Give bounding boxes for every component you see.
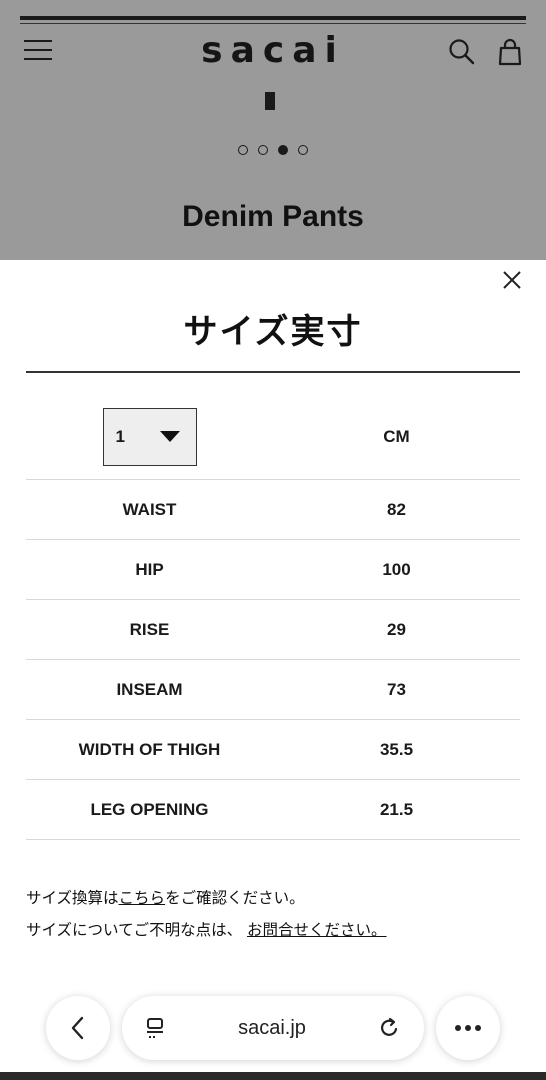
search-icon[interactable] [448, 38, 476, 66]
product-title: Denim Pants [182, 200, 364, 233]
bag-icon[interactable] [496, 38, 524, 66]
measurement-label: LEG OPENING [90, 799, 209, 819]
size-conversion-link[interactable]: こちら [119, 889, 166, 907]
product-image [265, 92, 275, 110]
table-row: WAIST 82 [26, 480, 520, 540]
measurement-value: 21.5 [379, 799, 414, 819]
measurement-label: WAIST [122, 499, 177, 519]
size-select-value: 1 [115, 426, 125, 446]
modal-title: サイズ実寸 [183, 312, 363, 352]
back-arrow-icon [71, 1016, 84, 1040]
note-line-2: サイズについてご不明な点は、 お問合せください。 [26, 921, 387, 939]
measurement-label: WIDTH OF THIGH [78, 739, 221, 759]
tabs-icon[interactable] [144, 1016, 166, 1040]
top-rule [20, 16, 526, 20]
background-page: sacai Denim Pants [0, 0, 546, 262]
table-row: HIP 100 [26, 540, 520, 600]
measurement-label: RISE [129, 619, 170, 639]
table-row: RISE 29 [26, 600, 520, 660]
browser-toolbar: sacai.jp [0, 990, 546, 1070]
measurement-value: 35.5 [379, 739, 414, 759]
url-text: sacai.jp [238, 1016, 306, 1039]
contact-link[interactable]: お問合せください。 [247, 921, 387, 939]
size-table: 1 CM WAIST 82 HIP 100 RISE 29 INSEAM 73 WIDTH OF… [26, 394, 520, 840]
measurement-value: 29 [387, 619, 406, 639]
table-row: WIDTH OF THIGH 35.5 [26, 720, 520, 780]
note-line-1: サイズ換算はこちらをご確認ください。 [26, 889, 305, 907]
carousel-dot[interactable] [238, 145, 248, 155]
table-row: LEG OPENING 21.5 [26, 780, 520, 840]
top-rule-thin [20, 23, 526, 24]
size-select-cell: 1 [26, 407, 273, 466]
carousel-dots [0, 140, 546, 159]
measurement-label: INSEAM [116, 679, 183, 699]
table-row: INSEAM 73 [26, 660, 520, 720]
reload-icon[interactable] [378, 1016, 402, 1040]
carousel-dot[interactable] [258, 145, 268, 155]
measurement-value: 73 [387, 679, 406, 699]
measurement-value: 82 [387, 499, 406, 519]
size-chart-modal: サイズ実寸 1 CM WAIST 82 HIP 100 RISE 29 INSEAM 73 WI… [0, 260, 546, 1080]
back-button[interactable] [46, 996, 110, 1060]
title-divider [26, 371, 520, 373]
table-header-row: 1 CM [26, 394, 520, 480]
measurement-value: 100 [382, 559, 411, 579]
more-button[interactable] [436, 996, 500, 1060]
address-bar[interactable]: sacai.jp [122, 996, 424, 1060]
carousel-dot[interactable] [278, 145, 288, 155]
more-icon [455, 1025, 481, 1031]
size-notes: サイズ換算はこちらをご確認ください。 サイズについてご不明な点は、 お問合せくだ… [26, 882, 526, 946]
close-icon[interactable] [500, 268, 524, 292]
caret-down-icon [159, 431, 180, 442]
size-select[interactable]: 1 [102, 407, 197, 466]
measurement-label: HIP [135, 559, 164, 579]
unit-label: CM [383, 426, 410, 446]
home-indicator [0, 1072, 546, 1080]
carousel-dot[interactable] [298, 145, 308, 155]
